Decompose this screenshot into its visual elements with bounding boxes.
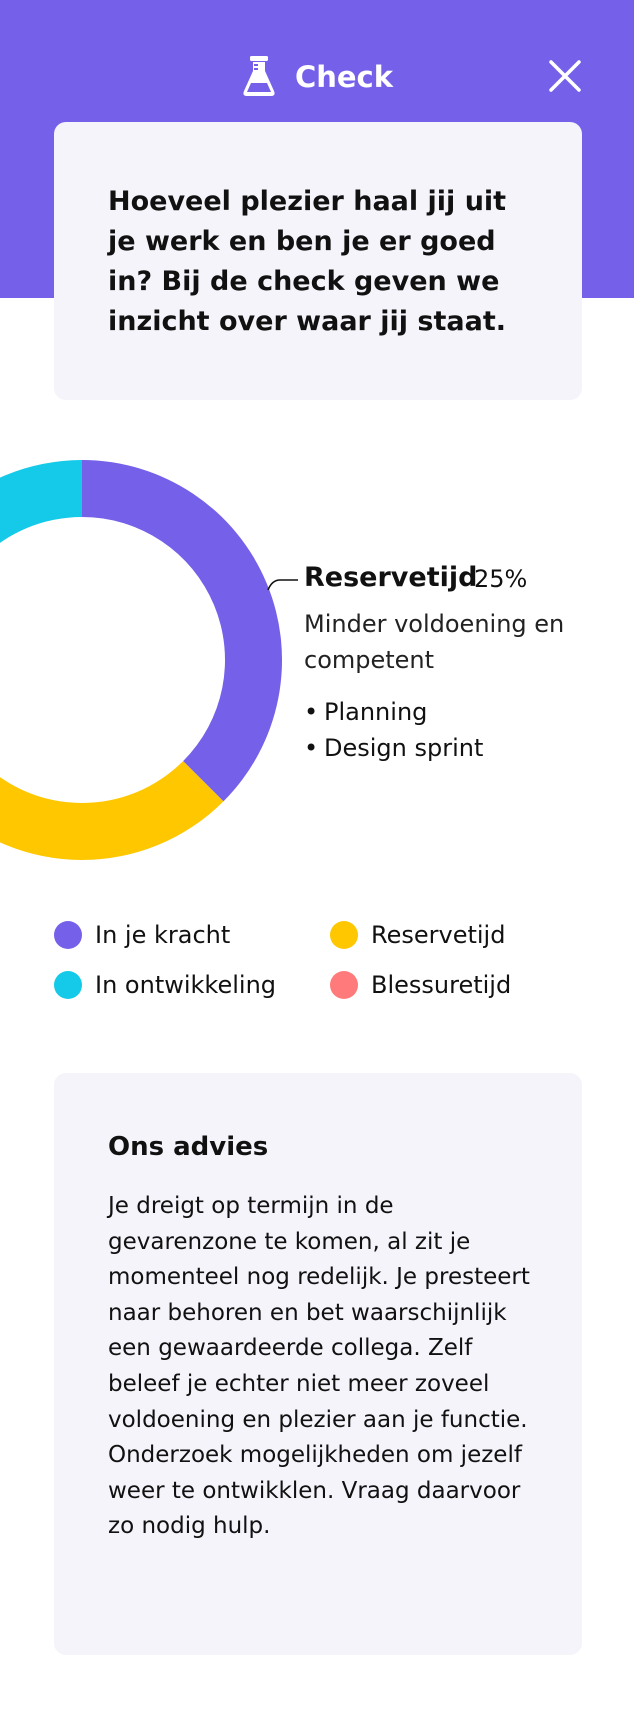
legend-label: Blessuretijd: [371, 971, 512, 999]
advice-card: Ons advies Je dreigt op termijn in de ge…: [54, 1073, 582, 1655]
flask-icon: [243, 56, 275, 96]
list-item-label: Design sprint: [324, 734, 484, 762]
legend-dot-icon: [330, 921, 358, 949]
list-item: • Planning: [304, 694, 483, 730]
callout-connector: [267, 579, 298, 591]
legend-dot-icon: [54, 921, 82, 949]
legend-label: Reservetijd: [371, 921, 506, 949]
legend-dot-icon: [330, 971, 358, 999]
donut-slice-in-je-kracht[interactable]: [82, 460, 282, 802]
legend-item-in-ontwikkeling[interactable]: In ontwikkeling: [54, 968, 276, 1002]
callout-list: • Planning • Design sprint: [304, 694, 483, 766]
callout-percent: 25%: [474, 565, 528, 593]
page-title: Check: [294, 60, 394, 94]
bullet-icon: •: [304, 734, 319, 762]
callout-description: Minder voldoening en competent: [304, 610, 565, 674]
donut-slice-in-ontwikkeling[interactable]: [0, 460, 82, 660]
donut-chart: [0, 455, 300, 865]
legend-label: In je kracht: [95, 921, 231, 949]
intro-text: Hoeveel plezier haal jij uit je werk en …: [108, 186, 507, 337]
list-item-label: Planning: [324, 698, 428, 726]
legend-item-blessuretijd[interactable]: Blessuretijd: [330, 968, 511, 1002]
close-icon: [549, 60, 581, 92]
intro-card: Hoeveel plezier haal jij uit je werk en …: [54, 122, 582, 400]
legend-item-reservetijd[interactable]: Reservetijd: [330, 918, 505, 952]
list-item: • Design sprint: [304, 730, 483, 766]
legend-label: In ontwikkeling: [95, 971, 277, 999]
donut-chart-svg: [0, 460, 282, 860]
advice-title: Ons advies: [108, 1132, 269, 1162]
donut-slice-reservetijd[interactable]: [0, 761, 224, 860]
page-header: Check: [0, 52, 634, 102]
callout-title: Reservetijd: [304, 562, 478, 593]
legend-item-in-je-kracht[interactable]: In je kracht: [54, 918, 230, 952]
bullet-icon: •: [304, 698, 319, 726]
close-button[interactable]: [545, 56, 585, 96]
advice-body: Je dreigt op termijn in de gevarenzone t…: [108, 1193, 530, 1540]
legend-dot-icon: [54, 971, 82, 999]
